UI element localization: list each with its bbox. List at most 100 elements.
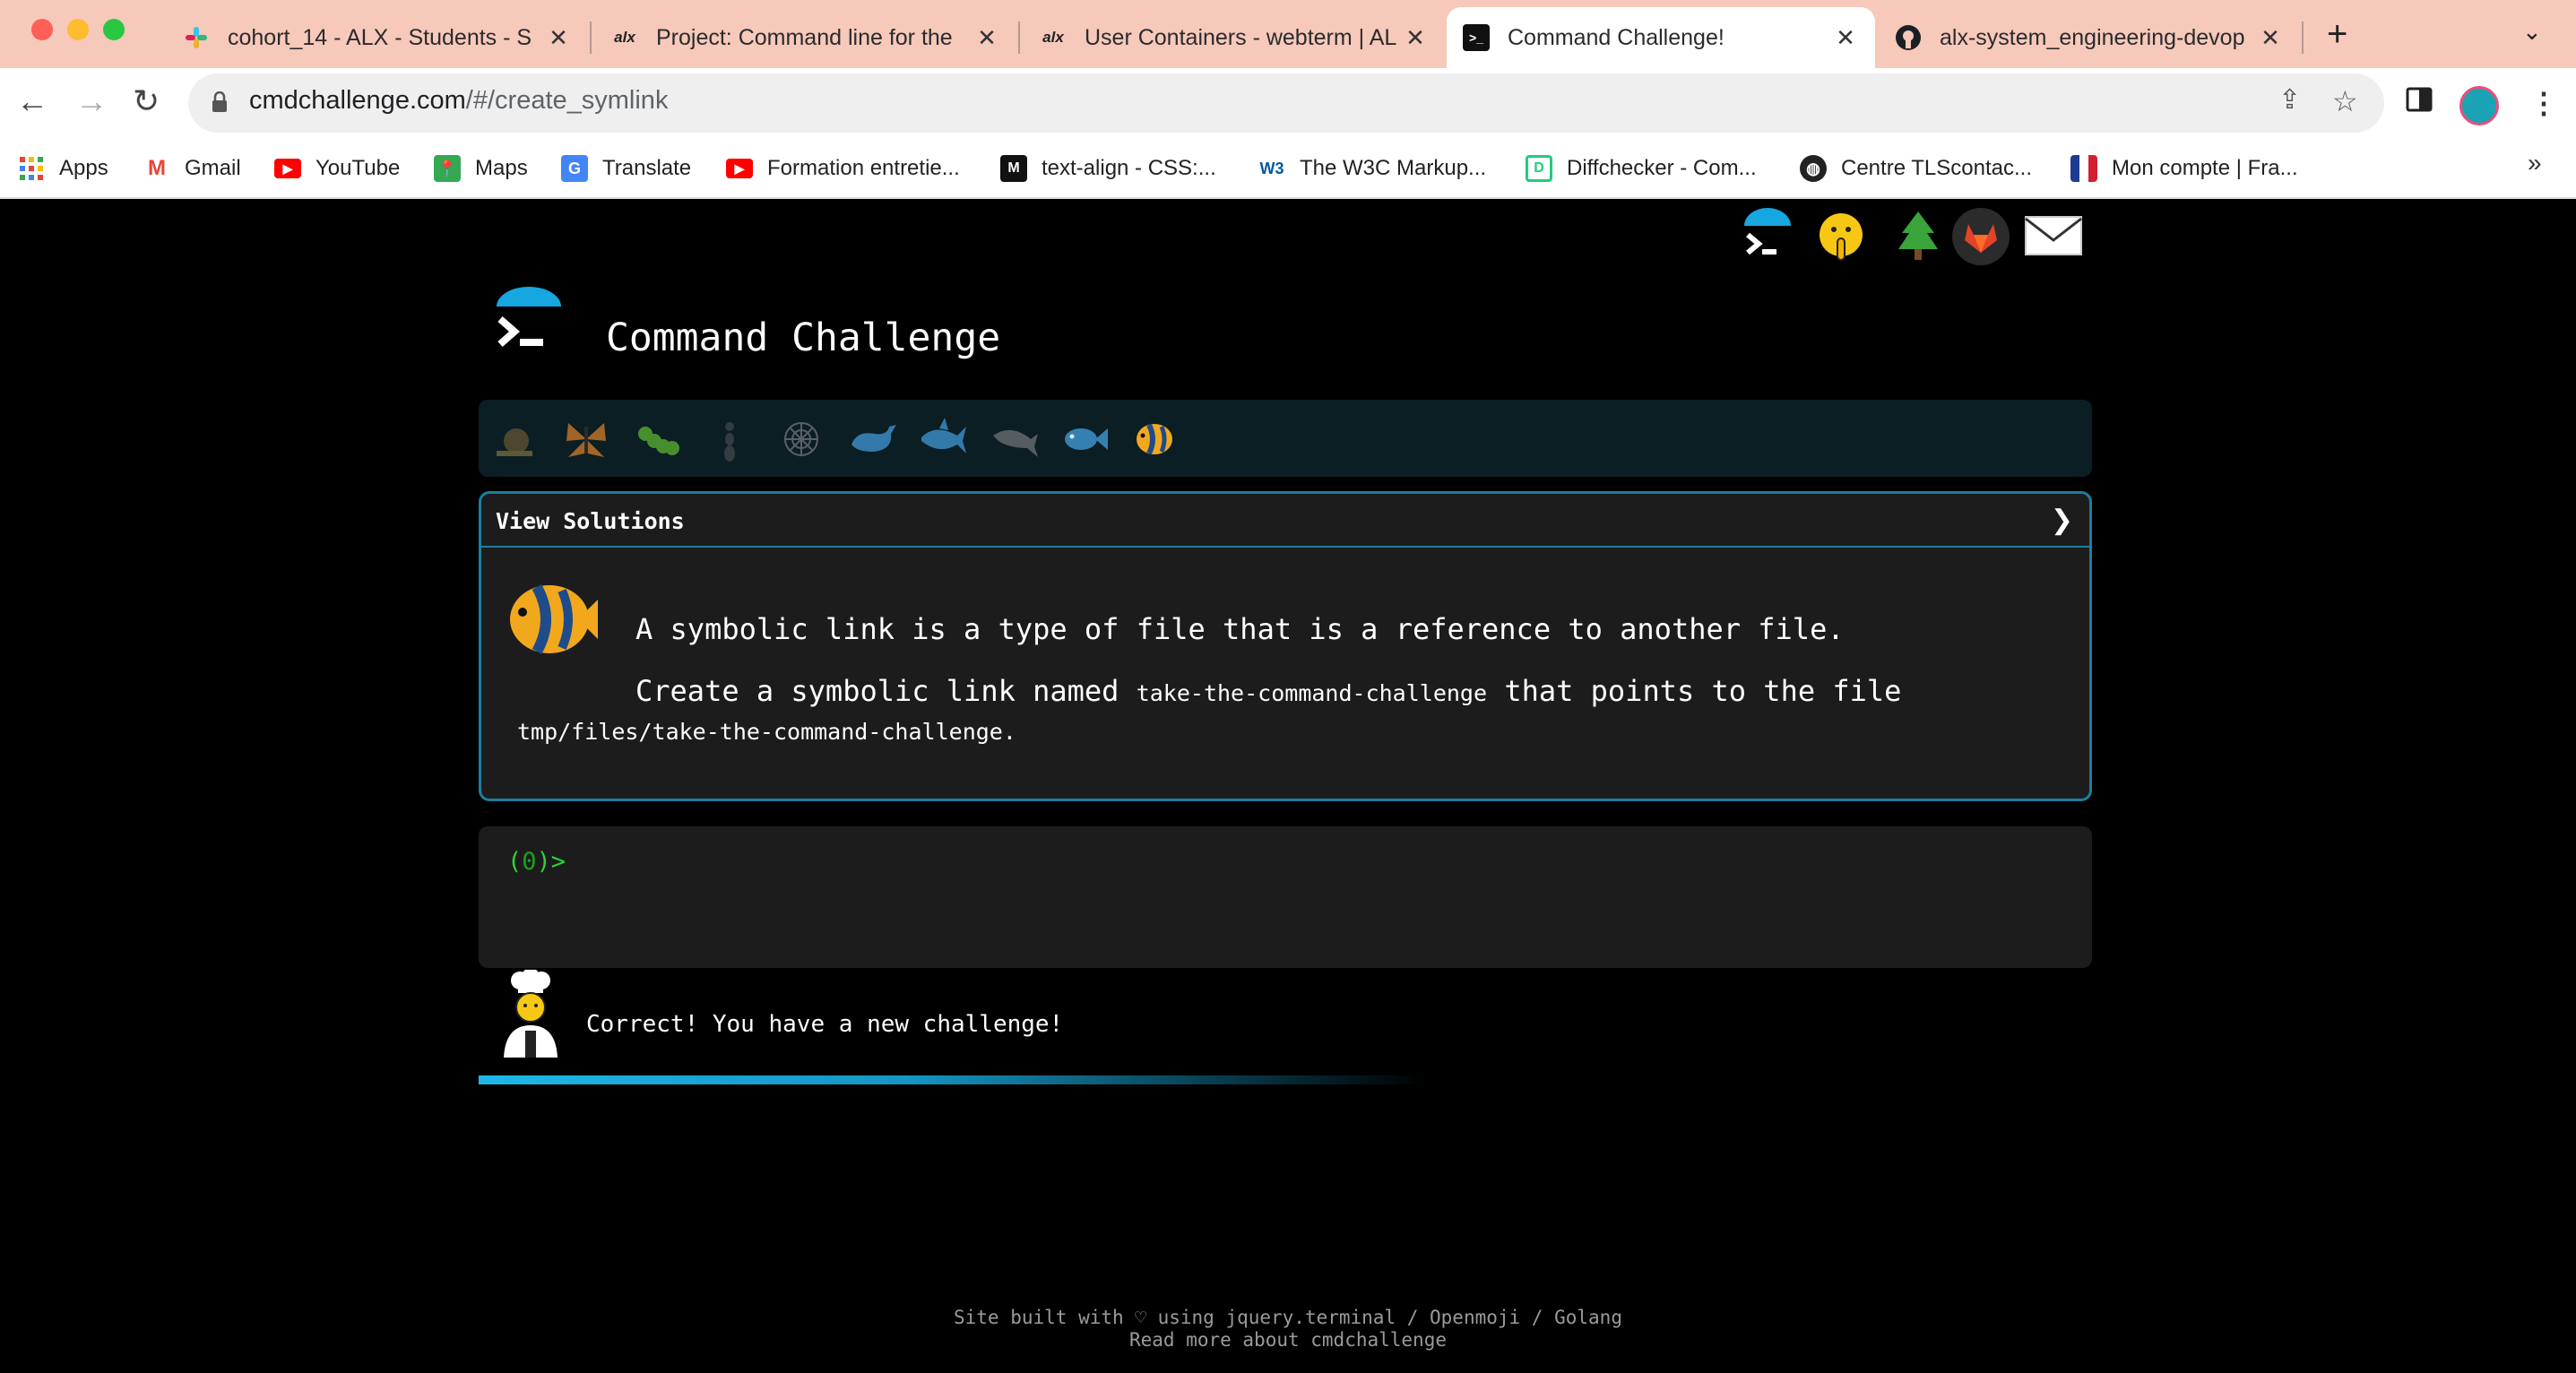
globe-icon: ◍ (1800, 155, 1827, 182)
task-text-b: that points to the file (1504, 674, 1902, 708)
site-logo-icon[interactable] (491, 287, 566, 362)
w3c-icon: W3 (1259, 159, 1284, 177)
bookmark-apps[interactable]: Apps (18, 152, 108, 185)
new-tab-button[interactable]: + (2327, 14, 2347, 55)
link-name: take-the-command-challenge (1136, 680, 1488, 706)
url-text: cmdchallenge.com/#/create_symlink (249, 86, 668, 116)
tab-title: User Containers - webterm | AL (1085, 24, 1397, 50)
bookmark-w3c[interactable]: W3 The W3C Markup... (1258, 152, 1487, 185)
dolphin-icon[interactable] (990, 414, 1040, 464)
target-file: tmp/files/take-the-command-challenge (517, 719, 1003, 745)
tab-slack[interactable]: cohort_14 - ALX - Students - S ✕ (167, 7, 588, 68)
github-icon (1895, 24, 1922, 51)
bookmark-label: Maps (475, 156, 528, 180)
tab-close-icon[interactable]: ✕ (2257, 24, 2284, 52)
tab-close-icon[interactable]: ✕ (1832, 24, 1859, 52)
tab-project[interactable]: alx Project: Command line for the ✕ (595, 7, 1016, 68)
url-host: cmdchallenge.com (249, 86, 466, 115)
terminal-icon: >_ (1463, 24, 1490, 51)
share-icon[interactable]: ⇪ (2278, 84, 2301, 116)
more-bookmarks-icon[interactable]: » (2528, 149, 2542, 177)
tab-close-icon[interactable]: ✕ (1402, 24, 1429, 52)
caterpillar-icon[interactable] (633, 414, 683, 464)
youtube-icon: ▶ (726, 159, 753, 178)
tab-title: cohort_14 - ALX - Students - S (228, 24, 532, 50)
bookmark-tlscontact[interactable]: ◍ Centre TLScontac... (1800, 152, 2032, 185)
snail-icon[interactable] (489, 414, 540, 464)
top-icons (1739, 208, 2097, 265)
bookmark-translate[interactable]: G Translate (561, 152, 691, 185)
maximize-window-button[interactable] (103, 19, 125, 40)
footer-read-more-link[interactable]: Read more about cmdchallenge (0, 1329, 2576, 1351)
tab-close-icon[interactable]: ✕ (545, 24, 572, 52)
view-solutions-toggle[interactable]: View Solutions ❯ (481, 494, 2089, 548)
more-menu-icon[interactable]: ⋮ (2529, 86, 2558, 120)
bookmark-mon-compte[interactable]: Mon compte | Fra... (2070, 152, 2298, 185)
close-window-button[interactable] (31, 19, 53, 40)
envelope-icon[interactable] (2024, 213, 2083, 260)
tab-title: Command Challenge! (1508, 24, 1725, 50)
tab-github[interactable]: alx-system_engineering-devop ✕ (1879, 7, 2300, 68)
tab-title: alx-system_engineering-devop (1940, 24, 2245, 50)
tab-separator (1018, 22, 1020, 54)
tropical-fish-icon (510, 584, 598, 654)
bookmark-star-icon[interactable]: ☆ (2332, 84, 2358, 118)
whale-icon[interactable] (848, 414, 898, 464)
translate-icon: G (561, 155, 588, 182)
shark-icon[interactable] (918, 414, 968, 464)
shushing-face-icon[interactable] (1814, 208, 1871, 265)
terminal-logo-icon[interactable] (1739, 208, 1796, 265)
page-title: Command Challenge (606, 315, 1001, 360)
tab-separator (2302, 22, 2304, 54)
maps-icon: 📍 (434, 155, 461, 182)
fish-icon[interactable] (1059, 414, 1110, 464)
side-panel-icon[interactable] (2406, 86, 2433, 120)
tree-icon[interactable] (1889, 208, 1947, 265)
bookmark-label: Diffchecker - Com... (1567, 156, 1757, 180)
bookmark-label: Mon compte | Fra... (2112, 156, 2298, 180)
footer-credits: Site built with ♡ using jquery.terminal … (954, 1307, 1622, 1328)
url-path: /#/create_symlink (465, 86, 669, 115)
status-message: Correct! You have a new challenge! (586, 1011, 1064, 1038)
bookmark-diffchecker[interactable]: D Diffchecker - Com... (1526, 152, 1757, 185)
tab-title: Project: Command line for the (656, 24, 953, 50)
bookmark-gmail[interactable]: M Gmail (143, 152, 241, 185)
challenge-description: A symbolic link is a type of file that i… (635, 612, 1845, 646)
address-bar[interactable]: cmdchallenge.com/#/create_symlink ⇪ ☆ (188, 73, 2384, 133)
forward-arrow-icon[interactable]: → (75, 82, 108, 120)
france-flag-icon (2070, 155, 2097, 182)
bookmark-youtube[interactable]: ▶ YouTube (274, 152, 400, 185)
butterfly-icon[interactable] (561, 414, 611, 464)
footer: Site built with ♡ using jquery.terminal … (0, 1307, 2576, 1351)
tab-search-chevron-icon[interactable]: ⌄ (2522, 18, 2542, 46)
tab-command-challenge[interactable]: >_ Command Challenge! ✕ (1447, 7, 1875, 68)
gitlab-icon[interactable] (1952, 208, 2010, 265)
spider-web-icon[interactable] (776, 414, 826, 464)
bookmark-label: Centre TLScontac... (1841, 156, 2032, 180)
tropical-fish-icon[interactable] (1131, 414, 1181, 464)
prompt-close: )> (536, 848, 566, 876)
tab-separator (590, 22, 592, 54)
bookmark-maps[interactable]: 📍 Maps (434, 152, 528, 185)
bookmark-mdn[interactable]: M text-align - CSS:... (1000, 152, 1216, 185)
terminal-input[interactable]: (0)> (479, 826, 2092, 968)
alx-icon: alx (614, 29, 635, 46)
browser-toolbar: ← → ↻ cmdchallenge.com/#/create_symlink … (0, 68, 2576, 140)
gmail-icon: M (148, 156, 166, 180)
reload-icon[interactable]: ↻ (133, 82, 160, 120)
tab-close-icon[interactable]: ✕ (973, 24, 1000, 52)
minimize-window-button[interactable] (67, 19, 89, 40)
bookmark-label: Gmail (185, 156, 241, 180)
profile-avatar[interactable] (2459, 86, 2499, 125)
back-arrow-icon[interactable]: ← (16, 82, 48, 120)
ant-icon[interactable] (705, 414, 755, 464)
progress-bar (479, 1075, 1429, 1084)
prompt-count: 0 (522, 848, 537, 876)
youtube-icon: ▶ (274, 159, 301, 178)
mdn-icon: M (1000, 155, 1027, 182)
challenge-panel: View Solutions ❯ A symbolic link is a ty… (479, 491, 2092, 801)
tab-webterm[interactable]: alx User Containers - webterm | AL ✕ (1024, 7, 1445, 68)
bookmark-formation[interactable]: ▶ Formation entretie... (726, 152, 960, 185)
prompt-open: ( (507, 848, 523, 876)
chef-icon (504, 970, 558, 1058)
